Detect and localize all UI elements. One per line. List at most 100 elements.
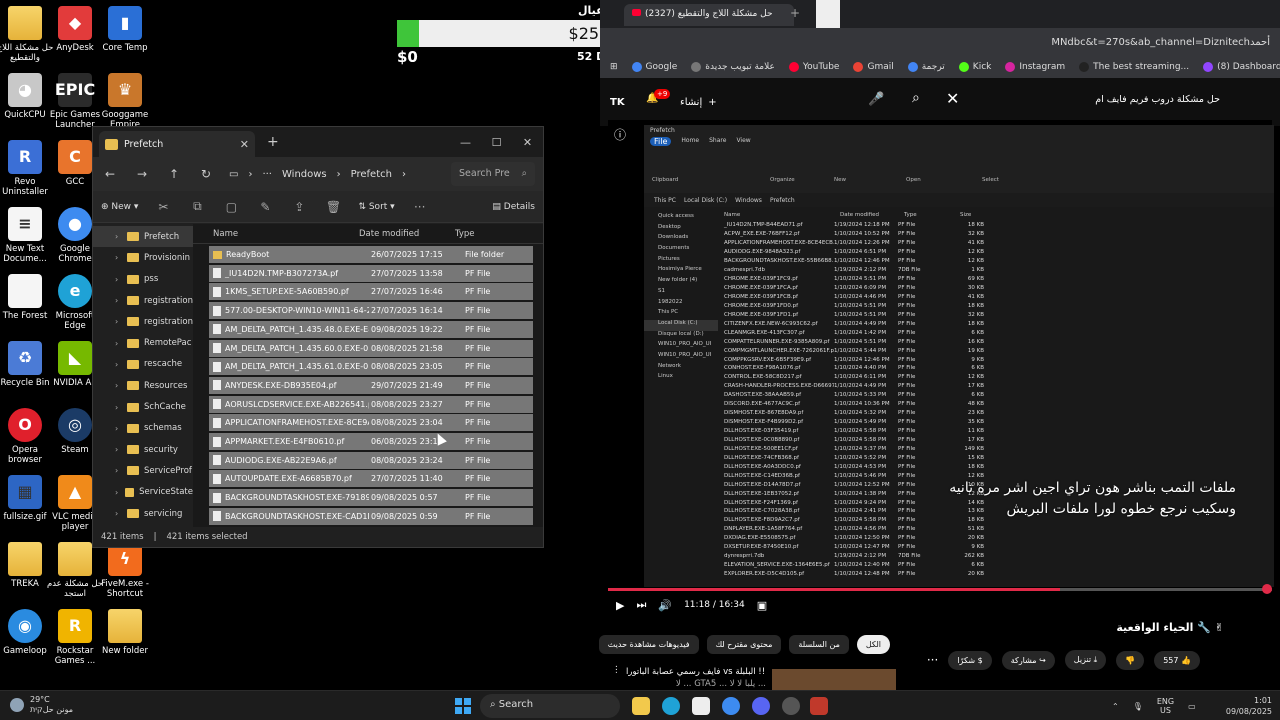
bookmark[interactable]: علامة تبويب جديدة bbox=[691, 62, 775, 72]
start-icon[interactable] bbox=[455, 698, 471, 714]
breadcrumb-item[interactable]: Prefetch bbox=[351, 169, 392, 180]
chevron-right-icon[interactable]: › bbox=[115, 253, 127, 262]
microphone-icon[interactable]: 🎤 bbox=[868, 92, 884, 107]
chevron-up-icon[interactable]: ⌃ bbox=[1112, 702, 1119, 711]
filter-chip[interactable]: من السلسلة bbox=[789, 634, 849, 654]
action-button[interactable]: ⤓ تنزيل bbox=[1064, 650, 1107, 670]
table-row[interactable]: ReadyBoot 26/07/2025 17:15 File folder bbox=[209, 246, 533, 263]
copy-icon[interactable]: ⧉ bbox=[188, 199, 206, 214]
related-thumbnail[interactable] bbox=[772, 669, 896, 691]
new-button[interactable]: ⊕ New ▾ bbox=[101, 202, 138, 212]
clock[interactable]: 1:01 09/08/2025 bbox=[1222, 695, 1272, 717]
weather-widget[interactable]: 29°C مونن حلקית bbox=[10, 695, 73, 715]
chevron-right-icon[interactable]: › bbox=[115, 339, 127, 348]
filter-chip[interactable]: محتوى مقترح لك bbox=[706, 634, 782, 654]
search-icon[interactable]: ⌕ bbox=[912, 90, 920, 106]
bookmark[interactable]: Google bbox=[631, 62, 677, 72]
volume-icon[interactable]: 🔊 bbox=[658, 599, 672, 612]
table-row[interactable]: APPLICATIONFRAMEHOST.EXE-8CE9A1E...08/08… bbox=[209, 414, 533, 432]
chevron-right-icon[interactable]: › bbox=[115, 488, 125, 497]
search-input[interactable]: Search Pre ⌕ bbox=[451, 162, 535, 186]
settings-icon[interactable] bbox=[782, 697, 800, 715]
column-name[interactable]: Name bbox=[193, 229, 359, 239]
edge-icon[interactable] bbox=[662, 697, 680, 715]
nav-item[interactable]: › ServiceProf bbox=[93, 460, 193, 481]
paste-icon[interactable]: ▢ bbox=[222, 200, 240, 214]
nav-item[interactable]: › servicing bbox=[93, 503, 193, 524]
desktop-icon[interactable]: ϟ FiveM.exe - Shortcut bbox=[96, 542, 154, 599]
bookmark[interactable]: Gmail bbox=[853, 62, 894, 72]
bookmark[interactable]: Instagram bbox=[1005, 62, 1065, 72]
logo-icon[interactable]: TK bbox=[610, 97, 630, 108]
forward-icon[interactable]: → bbox=[133, 167, 151, 181]
nav-item[interactable]: › schemas bbox=[93, 418, 193, 439]
store-icon[interactable] bbox=[692, 697, 710, 715]
cut-icon[interactable]: ✂ bbox=[154, 200, 172, 214]
clear-search-icon[interactable]: ✕ bbox=[946, 89, 959, 108]
close-icon[interactable]: ✕ bbox=[512, 136, 543, 149]
nav-item[interactable]: › ServiceState bbox=[93, 482, 193, 503]
chrome-icon[interactable] bbox=[722, 697, 740, 715]
video-player[interactable]: ⓘ Prefetch File Home Share View Clipboard Or… bbox=[608, 120, 1274, 612]
bookmark[interactable]: (8) Dashboard / Stre... bbox=[1203, 62, 1280, 72]
language-indicator[interactable]: ENG US bbox=[1157, 697, 1174, 715]
chevron-right-icon[interactable]: › bbox=[115, 381, 127, 390]
desktop-icon[interactable]: New folder bbox=[96, 609, 154, 656]
action-button[interactable]: ↪ مشاركة bbox=[1001, 650, 1055, 670]
share-icon[interactable]: ⇪ bbox=[290, 200, 308, 214]
nav-item[interactable]: › registration bbox=[93, 311, 193, 332]
microphone-icon[interactable]: 🎙 bbox=[1133, 702, 1143, 711]
table-row[interactable]: BACKGROUNDTASKHOST.EXE-CAD1DF1...09/08/2… bbox=[209, 507, 533, 525]
details-button[interactable]: ▤ Details bbox=[492, 202, 535, 212]
related-video[interactable]: ⋮ فايف رسمي عصابة الباتورا vs البلبلة !!… bbox=[612, 664, 912, 691]
youtube-search-input[interactable]: حل مشكلة دروب فريم فايف ام bbox=[1095, 94, 1220, 105]
close-tab-icon[interactable]: ✕ bbox=[240, 138, 249, 151]
more-options-icon[interactable]: ⋮ bbox=[612, 664, 621, 676]
table-row[interactable]: AORUSLCDSERVICE.EXE-AB226541.pf 08/08/202… bbox=[209, 395, 533, 413]
breadcrumb[interactable]: ▭ › ··· Windows › Prefetch › bbox=[229, 162, 437, 186]
bookmark[interactable]: YouTube bbox=[788, 62, 839, 72]
table-row[interactable]: AM_DELTA_PATCH_1.435.60.0.EXE-0E074F...0… bbox=[209, 339, 533, 357]
chevron-right-icon[interactable]: › bbox=[115, 509, 127, 518]
action-button[interactable]: $ شكرًا bbox=[948, 650, 992, 670]
file-explorer-icon[interactable] bbox=[632, 697, 650, 715]
info-icon[interactable]: ⓘ bbox=[614, 126, 626, 143]
explorer-tab[interactable]: Prefetch ✕ bbox=[99, 131, 255, 157]
discord-icon[interactable] bbox=[752, 697, 770, 715]
new-tab-icon[interactable]: + bbox=[790, 6, 800, 20]
maximize-icon[interactable]: ☐ bbox=[481, 136, 512, 149]
new-tab-icon[interactable]: + bbox=[267, 134, 279, 150]
browser-tab[interactable]: (2327) حل مشكلة اللاج والتقطيع bbox=[624, 4, 794, 26]
apps-grid-icon[interactable]: ⊞ bbox=[610, 62, 618, 72]
column-type[interactable]: Type bbox=[455, 229, 475, 239]
more-options-icon[interactable]: ··· bbox=[927, 653, 938, 667]
nav-item[interactable]: › SchCache bbox=[93, 396, 193, 417]
address-bar[interactable]: MNdbc&t=270s&ab_channel=Diznitechأحمد bbox=[600, 28, 1280, 56]
chevron-right-icon[interactable]: › bbox=[115, 275, 127, 284]
next-icon[interactable]: ⏭ bbox=[636, 598, 646, 612]
rename-icon[interactable]: ✎ bbox=[256, 200, 274, 214]
filter-chip[interactable]: فيديوهات مشاهدة حديث bbox=[598, 634, 699, 654]
chevron-right-icon[interactable]: › bbox=[115, 317, 127, 326]
delete-icon[interactable]: 🗑 bbox=[324, 200, 342, 214]
table-row[interactable]: APPMARKET.EXE-E4FB0610.pf 06/08/2025 23:1… bbox=[209, 433, 533, 450]
sort-button[interactable]: ⇅ Sort ▾ bbox=[358, 202, 394, 212]
table-row[interactable]: AUDIODG.EXE-AB22E9A6.pf 08/08/2025 23:24 P… bbox=[209, 451, 533, 469]
minimize-icon[interactable]: — bbox=[450, 136, 481, 149]
notifications-icon[interactable]: 🔔 +9 bbox=[646, 89, 671, 111]
chevron-right-icon[interactable]: › bbox=[115, 424, 127, 433]
create-button[interactable]: إنشاء + bbox=[680, 97, 717, 108]
chapter-icon[interactable]: ▣ bbox=[757, 599, 767, 612]
filter-chip[interactable]: الكل bbox=[856, 634, 890, 654]
table-row[interactable]: AM_DELTA_PATCH_1.435.48.0.EXE-E8BA2...09… bbox=[209, 320, 533, 338]
table-row[interactable]: 1KMS_SETUP.EXE-5A60B590.pf 27/07/2025 16:… bbox=[209, 283, 533, 301]
app-icon[interactable] bbox=[810, 697, 828, 715]
table-row[interactable]: ANYDESK.EXE-DB935E04.pf 29/07/2025 21:49 P… bbox=[209, 376, 533, 394]
chevron-right-icon[interactable]: › bbox=[115, 445, 127, 454]
action-button[interactable]: 👍 557 bbox=[1154, 650, 1200, 670]
nav-item[interactable]: › Resources bbox=[93, 375, 193, 396]
nav-item[interactable]: › security bbox=[93, 439, 193, 460]
back-icon[interactable]: ← bbox=[101, 167, 119, 181]
nav-item[interactable]: › Prefetch bbox=[93, 226, 193, 248]
taskbar-search[interactable]: ⌕ Search bbox=[480, 694, 620, 718]
